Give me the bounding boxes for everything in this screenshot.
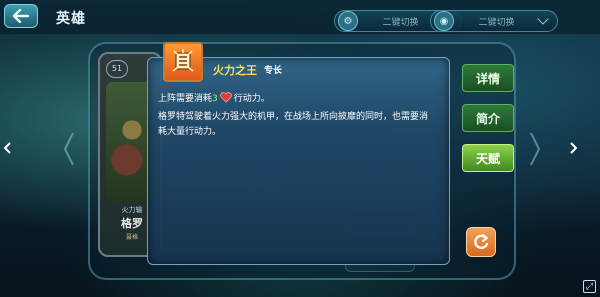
refresh-icon [474, 234, 489, 250]
refresh-button[interactable] [466, 227, 496, 257]
nav-right-button[interactable] [566, 138, 580, 158]
back-button[interactable] [4, 4, 38, 28]
arrow-left-icon [12, 9, 30, 23]
tab-details-label: 详情 [475, 71, 500, 86]
cost-value: 3 [212, 94, 218, 104]
skill-desc-line-1: 上阵需要消耗3 行动力。 [158, 91, 270, 104]
skill-firepower-icon [163, 42, 203, 82]
skill-tooltip [147, 57, 450, 265]
skill-desc-line-2: 格罗特驾驶着火力强大的机甲，在战场上所向披靡的同时，也需要消 [158, 112, 429, 122]
tab-intro-label: 简介 [475, 111, 500, 126]
top-bar: 英雄 ⚙ 二键切换 ◉ 二键切换 [0, 0, 600, 34]
switch-label-right: 二键切换 [478, 17, 515, 28]
chevron-left-icon [4, 142, 11, 154]
fullscreen-icon[interactable]: ⤢ [583, 280, 596, 293]
hero-level-badge: 51 [106, 60, 128, 78]
tab-details[interactable]: 详情 [462, 64, 514, 92]
nav-left-button[interactable] [1, 138, 15, 158]
chevron-right-icon [570, 142, 577, 154]
switch-button-right[interactable]: ◉ 二键切换 [430, 10, 558, 32]
chevron-right-decor-icon [530, 132, 540, 166]
switch-icon: ◉ [434, 11, 454, 31]
tab-intro[interactable]: 简介 [462, 104, 514, 132]
heart-icon [219, 92, 232, 103]
page-title: 英雄 [56, 11, 86, 27]
skill-name: 火力之王 [213, 64, 257, 77]
tab-talent[interactable]: 天赋 [462, 144, 514, 172]
tab-talent-label: 天赋 [475, 151, 500, 166]
chevron-left-decor-icon [64, 132, 74, 166]
skill-desc-line-3: 耗大量行动力。 [158, 127, 222, 137]
cost-prefix: 上阵需要消耗 [158, 94, 213, 104]
cost-suffix: 行动力。 [233, 94, 270, 104]
chevron-down-icon [537, 13, 549, 25]
switch-icon: ⚙ [338, 11, 358, 31]
skill-type: 专长 [264, 66, 283, 76]
